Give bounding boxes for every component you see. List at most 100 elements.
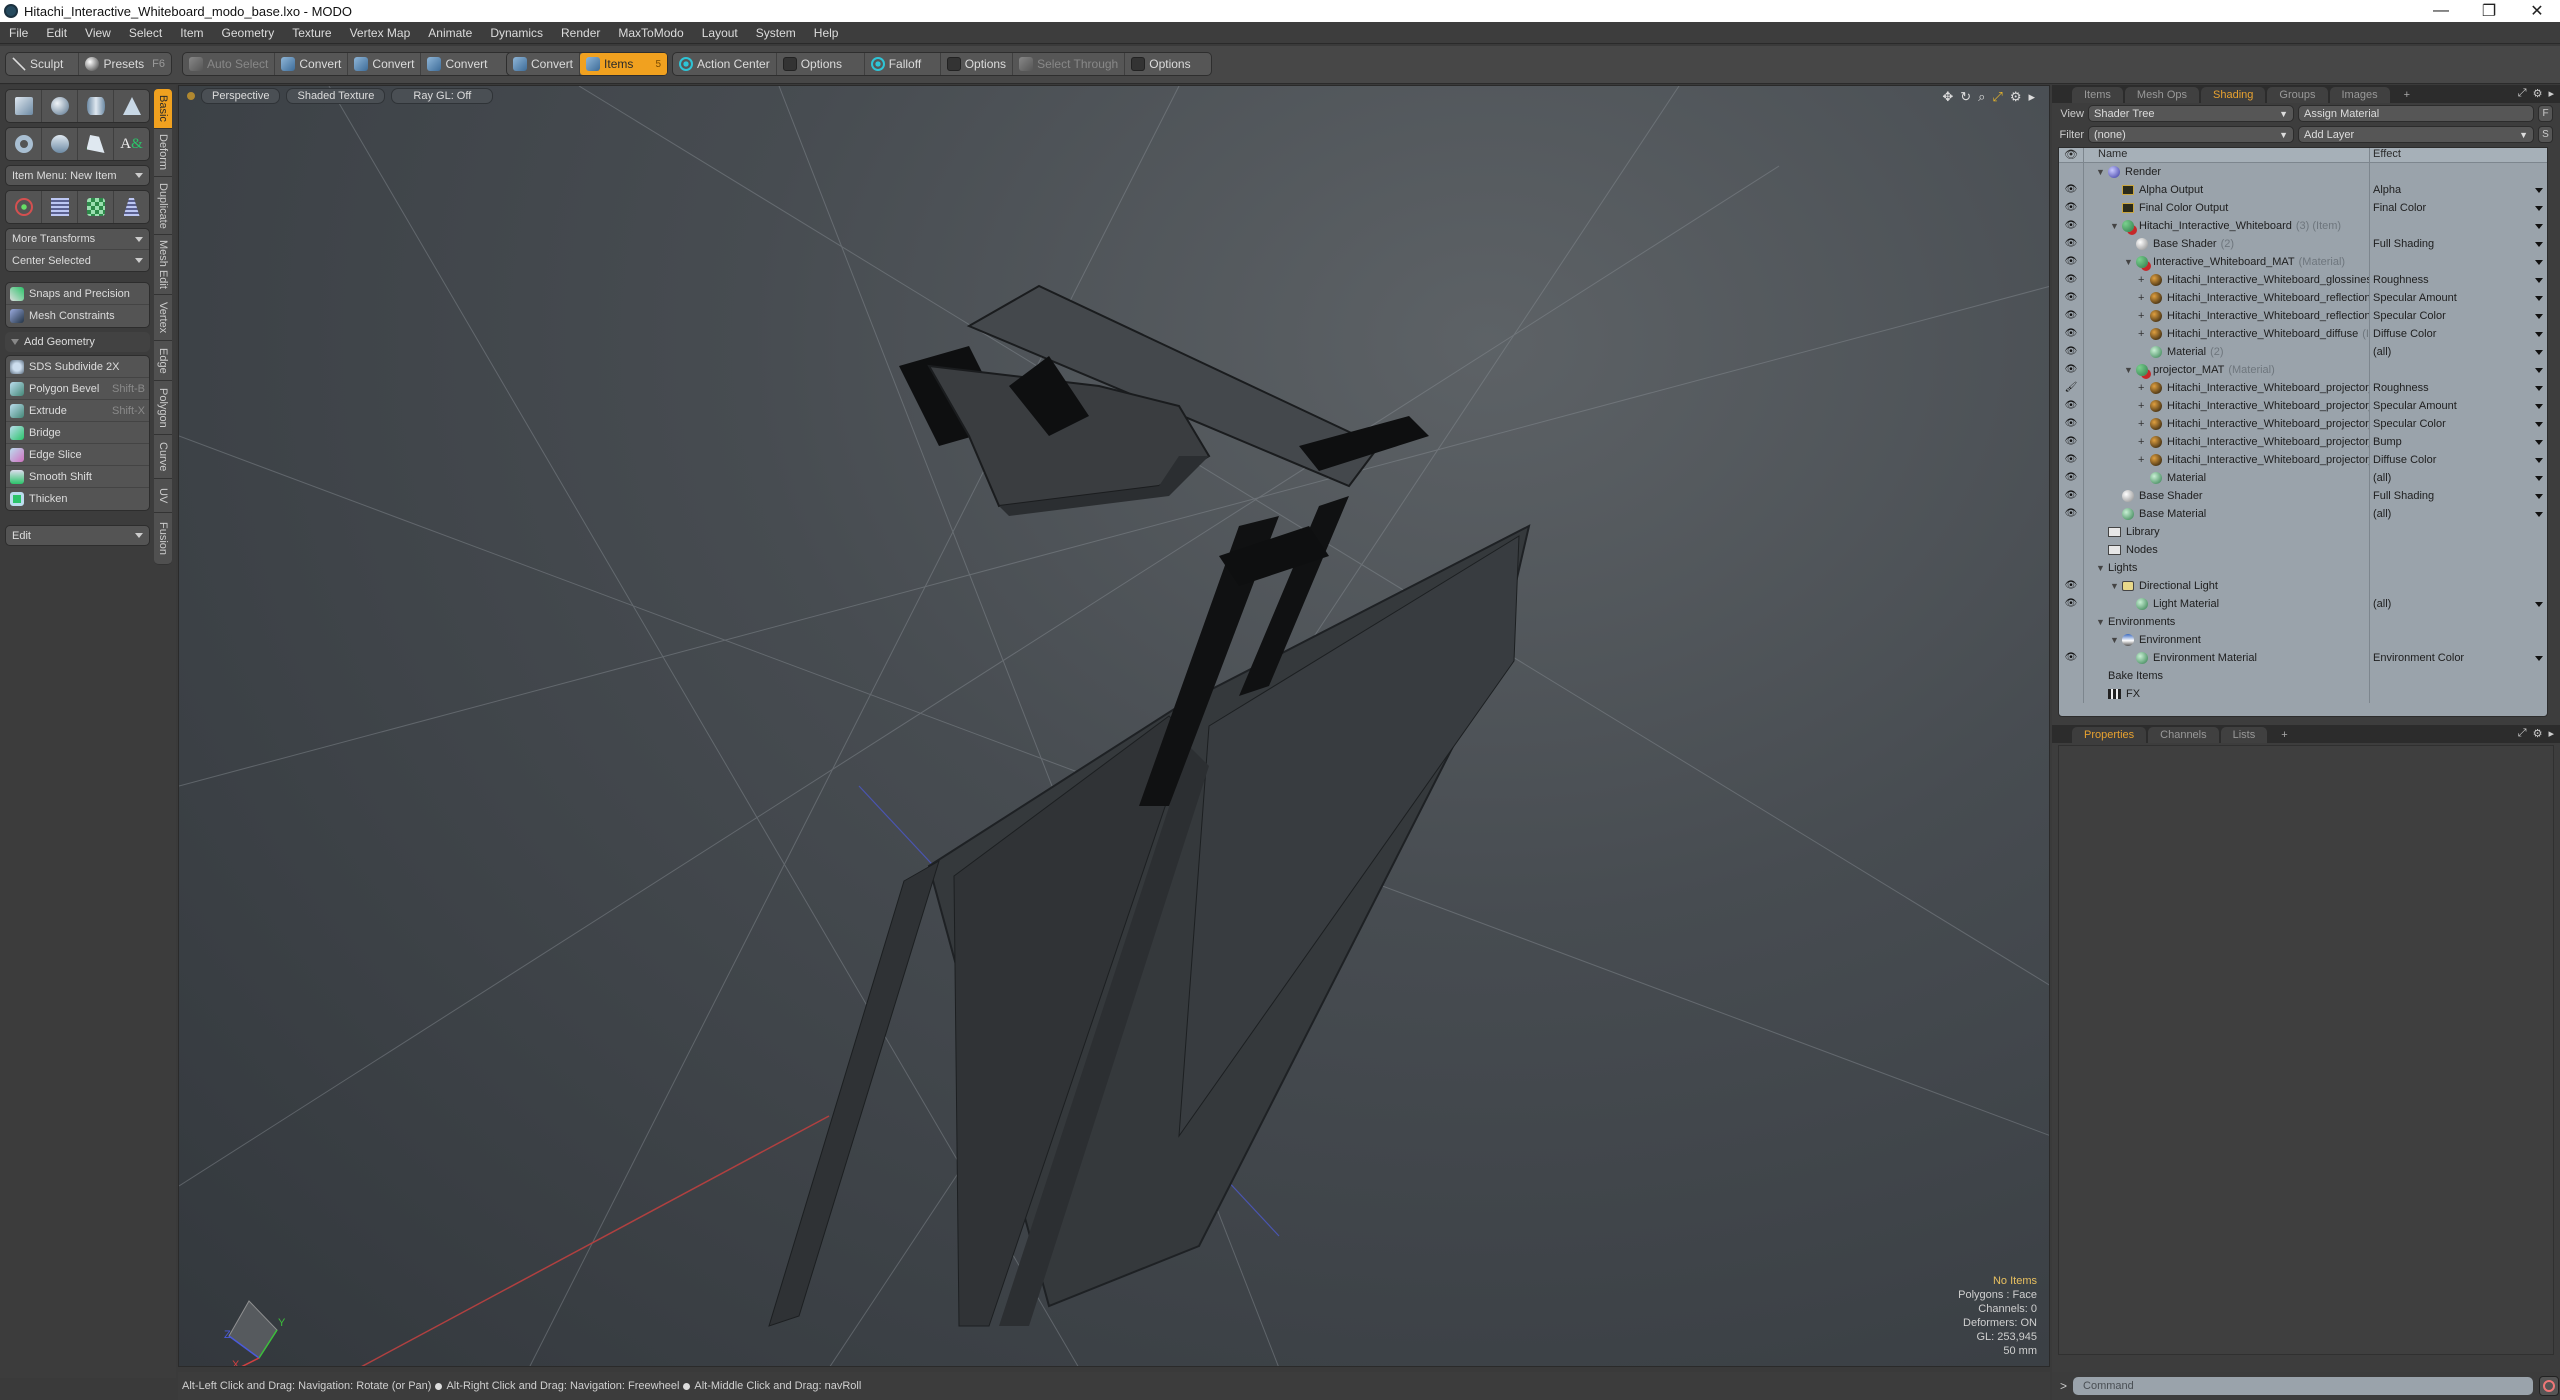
visibility-cell[interactable] (2059, 685, 2084, 703)
visibility-cell[interactable] (2059, 559, 2084, 577)
zoom-icon[interactable]: ⌕ (1978, 89, 1985, 105)
view-type-button[interactable]: Perspective (201, 88, 281, 104)
visibility-toggle-icon[interactable]: 👁 (2059, 217, 2084, 235)
visibility-toggle-icon[interactable]: 👁 (2059, 649, 2084, 667)
shader-tree-row[interactable]: Bake Items (2059, 667, 2547, 685)
menu-vertex-map[interactable]: Vertex Map (341, 26, 420, 40)
convert-materials-button[interactable]: Convert (507, 53, 581, 75)
visibility-toggle-icon[interactable]: 👁 (2059, 253, 2084, 271)
effect-dropdown-arrow-icon[interactable] (2535, 475, 2543, 481)
view-dropdown[interactable]: Shader Tree ▼ (2088, 105, 2294, 122)
visibility-toggle-icon[interactable]: 👁 (2059, 487, 2084, 505)
effect-dropdown-arrow-icon[interactable] (2535, 385, 2543, 391)
expand-arrow-icon[interactable]: ▸ (2548, 87, 2554, 100)
effect-dropdown-arrow-icon[interactable] (2535, 439, 2543, 445)
tab-items[interactable]: Items (2072, 87, 2123, 103)
f-button[interactable]: F (2538, 105, 2553, 122)
expand-triangle-icon[interactable]: ▼ (2110, 581, 2119, 591)
visibility-toggle-icon[interactable]: 👁 (2059, 433, 2084, 451)
tab-lists[interactable]: Lists (2220, 727, 2268, 743)
menu-file[interactable]: File (0, 26, 37, 40)
shader-tree-row[interactable]: ▼ Environments (2059, 613, 2547, 631)
menu-view[interactable]: View (76, 26, 120, 40)
menu-render[interactable]: Render (552, 26, 609, 40)
3d-viewport[interactable]: Y Z X Perspective Shaded Texture Ray GL:… (178, 85, 2050, 1367)
gear-icon[interactable]: ⚙ (2533, 727, 2543, 740)
shader-tree-row[interactable]: 👁 Base Shader (2) Full Shading (2059, 235, 2547, 253)
shader-tree-row[interactable]: 👁 Alpha Output Alpha (2059, 181, 2547, 199)
effect-cell[interactable]: Specular Amount (2370, 292, 2547, 304)
effect-cell[interactable] (2370, 223, 2547, 229)
effect-cell[interactable]: Full Shading (2370, 238, 2547, 250)
falloff-button[interactable]: Falloff (865, 53, 941, 75)
shader-tree-row[interactable]: 👁 Light Material (all) (2059, 595, 2547, 613)
shader-tree-row[interactable]: 👁 Environment Material Environment Color (2059, 649, 2547, 667)
shader-tree-row[interactable]: 👁 + Hitachi_Interactive_Whiteboard_project… (2059, 433, 2547, 451)
effect-cell[interactable]: (all) (2370, 346, 2547, 358)
extrude-button[interactable]: Extrude Shift-X (6, 400, 149, 422)
effect-dropdown-arrow-icon[interactable] (2535, 187, 2543, 193)
pan-icon[interactable]: ✥ (1942, 89, 1953, 105)
effect-cell[interactable]: Specular Color (2370, 310, 2547, 322)
visibility-cell[interactable] (2059, 667, 2084, 685)
mesh-constraints-button[interactable]: Mesh Constraints (6, 305, 149, 327)
expand-arrow-icon[interactable]: ▸ (2028, 89, 2035, 105)
expand-plus-icon[interactable]: + (2138, 328, 2148, 340)
effect-dropdown-arrow-icon[interactable] (2535, 421, 2543, 427)
visibility-toggle-icon[interactable]: 👁 (2059, 235, 2084, 253)
taper-button[interactable] (114, 191, 149, 223)
effect-dropdown-arrow-icon[interactable] (2535, 367, 2543, 373)
maximize-icon[interactable]: ⤢ (2518, 727, 2527, 740)
shader-tree-row[interactable]: 👁 + Hitachi_Interactive_Whiteboard_project… (2059, 451, 2547, 469)
visibility-cell[interactable] (2059, 541, 2084, 559)
record-macro-button[interactable] (2539, 1376, 2560, 1396)
minimize-button[interactable]: — (2418, 0, 2464, 22)
effect-dropdown-arrow-icon[interactable] (2535, 457, 2543, 463)
effect-cell[interactable]: Specular Amount (2370, 400, 2547, 412)
snaps-precision-button[interactable]: Snaps and Precision (6, 283, 149, 305)
viewport-menu-dot[interactable] (187, 92, 195, 100)
maximize-icon[interactable]: ⤢ (1992, 89, 2002, 105)
effect-dropdown-arrow-icon[interactable] (2535, 259, 2543, 265)
effect-dropdown-arrow-icon[interactable] (2535, 295, 2543, 301)
menu-layout[interactable]: Layout (693, 26, 747, 40)
menu-geometry[interactable]: Geometry (213, 26, 284, 40)
menu-edit[interactable]: Edit (37, 26, 76, 40)
tab-mesh-edit[interactable]: Mesh Edit (154, 235, 172, 295)
shader-tree-row[interactable]: 👁 + Hitachi_Interactive_Whiteboard_reflect… (2059, 289, 2547, 307)
name-column-header[interactable]: Name (2084, 148, 2370, 162)
expand-triangle-icon[interactable]: ▼ (2124, 365, 2133, 375)
assign-material-button[interactable]: Assign Material (2298, 105, 2534, 122)
sculpt-button[interactable]: Sculpt (6, 53, 80, 75)
restore-button[interactable]: ❐ (2466, 0, 2512, 22)
torus-primitive-button[interactable] (6, 128, 42, 160)
more-transforms-dropdown[interactable]: More Transforms (6, 229, 149, 250)
visibility-toggle-icon[interactable]: 👁 (2059, 469, 2084, 487)
menu-help[interactable]: Help (805, 26, 848, 40)
sphere-primitive-button[interactable] (42, 90, 78, 122)
shader-tree-row[interactable]: 👁 ▼ Interactive_Whiteboard_MAT (Material) (2059, 253, 2547, 271)
menu-texture[interactable]: Texture (283, 26, 340, 40)
gear-icon[interactable]: ⚙ (2010, 89, 2022, 105)
effect-dropdown-arrow-icon[interactable] (2535, 493, 2543, 499)
sds-subdivide-button[interactable]: SDS Subdivide 2X (6, 356, 149, 378)
tab-images[interactable]: Images (2329, 87, 2390, 103)
expand-plus-icon[interactable]: + (2138, 400, 2148, 412)
expand-triangle-icon[interactable]: ▼ (2124, 257, 2133, 267)
visibility-toggle-icon[interactable]: 👁 (2059, 181, 2084, 199)
shading-mode-button[interactable]: Shaded Texture (286, 88, 386, 104)
shader-tree-row[interactable]: 👁 + Hitachi_Interactive_Whiteboard_glossin… (2059, 271, 2547, 289)
close-button[interactable]: ✕ (2514, 0, 2560, 22)
effect-cell[interactable]: Bump (2370, 436, 2547, 448)
expand-arrow-icon[interactable]: ▸ (2548, 727, 2554, 740)
effect-dropdown-arrow-icon[interactable] (2535, 655, 2543, 661)
visibility-toggle-icon[interactable]: 👁 (2059, 577, 2084, 595)
convert-polygons-button[interactable]: Convert (421, 53, 493, 75)
add-layer-dropdown[interactable]: Add Layer ▼ (2298, 126, 2534, 143)
shader-tree-row[interactable]: 👁 + Hitachi_Interactive_Whiteboard_diffuse… (2059, 325, 2547, 343)
shader-tree-row[interactable]: ▼ Render (2059, 163, 2547, 181)
effect-cell[interactable]: Roughness (2370, 274, 2547, 286)
maximize-icon[interactable]: ⤢ (2518, 87, 2527, 100)
effect-dropdown-arrow-icon[interactable] (2535, 331, 2543, 337)
expand-plus-icon[interactable]: + (2138, 310, 2148, 322)
